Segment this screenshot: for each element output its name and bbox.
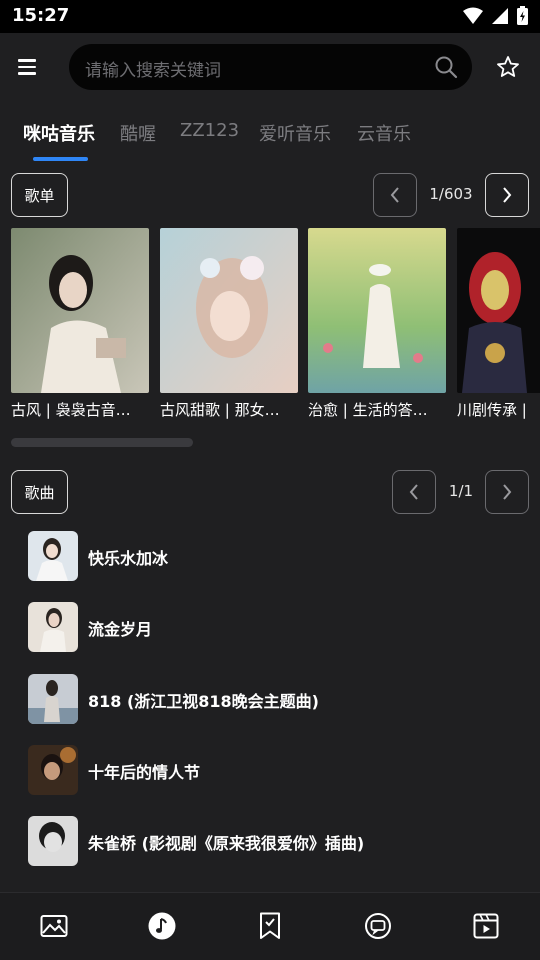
bottom-navigation (0, 892, 540, 960)
playlist-card[interactable]: 古风 | 袅袅古音… (11, 228, 149, 420)
playlist-cover (457, 228, 540, 393)
song-next-button[interactable] (485, 470, 529, 514)
playlist-cover (160, 228, 298, 393)
playlist-caption: 治愈 | 生活的答… (308, 401, 428, 419)
menu-icon-bar (18, 72, 36, 75)
tab-zz123[interactable]: ZZ123 (180, 120, 239, 141)
playlist-cover (11, 228, 149, 393)
nav-image[interactable] (39, 911, 69, 941)
playlist-caption: 古风甜歌 | 那女… (160, 401, 280, 419)
tab-active-indicator (33, 157, 88, 161)
tab-migu[interactable]: 咪咕音乐 (23, 120, 95, 146)
app-header: 请输入搜索关键词 (0, 33, 540, 103)
song-cover (28, 674, 78, 724)
menu-icon-bar (18, 59, 36, 62)
status-bar: 15:27 (0, 0, 540, 33)
song-title: 朱雀桥 (影视剧《原来我很爱你》插曲) (88, 834, 365, 853)
search-input[interactable]: 请输入搜索关键词 (69, 44, 472, 90)
chevron-left-icon (390, 187, 399, 203)
chevron-left-icon (409, 484, 418, 500)
song-title: 流金岁月 (88, 620, 153, 639)
playlist-section-button[interactable]: 歌单 (11, 173, 68, 217)
chat-icon (365, 913, 391, 939)
song-prev-button[interactable] (392, 470, 436, 514)
song-list-item[interactable]: 流金岁月 (28, 602, 528, 654)
signal-icon (492, 7, 508, 24)
song-cover (28, 602, 78, 652)
song-list-item[interactable]: 818 (浙江卫视818晚会主题曲) (28, 674, 528, 726)
nav-chat[interactable] (363, 911, 393, 941)
tab-yunyinyue[interactable]: 云音乐 (357, 120, 411, 146)
playlist-next-button[interactable] (485, 173, 529, 217)
chevron-right-icon (503, 187, 512, 203)
menu-icon-bar (18, 65, 36, 69)
wifi-icon (463, 7, 483, 24)
song-title: 十年后的情人节 (88, 763, 201, 782)
playlist-card[interactable]: 古风甜歌 | 那女… (160, 228, 298, 420)
status-time: 15:27 (12, 5, 70, 26)
status-icons (463, 6, 528, 25)
song-list-item[interactable]: 快乐水加冰 (28, 531, 528, 583)
playlist-card[interactable]: 治愈 | 生活的答… (308, 228, 446, 420)
playlist-scrollbar[interactable] (11, 438, 193, 447)
video-icon (473, 913, 499, 939)
song-section-button[interactable]: 歌曲 (11, 470, 68, 514)
playlist-cover (308, 228, 446, 393)
nav-bookmark[interactable] (255, 911, 285, 941)
chevron-right-icon (503, 484, 512, 500)
tab-aiting[interactable]: 爱听音乐 (259, 120, 331, 146)
song-cover (28, 816, 78, 866)
tab-kuwo[interactable]: 酷喔 (120, 120, 156, 146)
song-cover (28, 745, 78, 795)
playlist-caption: 川剧传承 | (457, 401, 527, 419)
battery-icon (517, 6, 528, 25)
song-list-item[interactable]: 十年后的情人节 (28, 745, 528, 797)
playlist-card[interactable]: 川剧传承 | (457, 228, 540, 420)
menu-button[interactable] (18, 53, 48, 81)
search-icon[interactable] (434, 55, 458, 79)
bookmark-icon (260, 912, 280, 939)
image-icon (40, 915, 68, 937)
song-page-indicator: 1/1 (448, 482, 474, 500)
playlist-caption: 古风 | 袅袅古音… (11, 401, 131, 419)
source-tabs: 咪咕音乐 酷喔 ZZ123 爱听音乐 云音乐 (0, 116, 540, 166)
playlist-prev-button[interactable] (373, 173, 417, 217)
nav-music[interactable] (147, 911, 177, 941)
song-list-item[interactable]: 朱雀桥 (影视剧《原来我很爱你》插曲) (28, 816, 528, 868)
search-placeholder: 请输入搜索关键词 (85, 61, 221, 81)
song-title: 818 (浙江卫视818晚会主题曲) (88, 692, 319, 711)
playlist-carousel[interactable]: 古风 | 袅袅古音… 古风甜歌 | 那女… 治愈 | 生活的答… 川剧传承 | (11, 228, 540, 428)
music-note-icon (148, 912, 176, 940)
nav-video[interactable] (471, 911, 501, 941)
playlist-page-indicator: 1/603 (429, 185, 473, 203)
favorite-star-icon[interactable] (496, 55, 520, 79)
song-cover (28, 531, 78, 581)
song-title: 快乐水加冰 (88, 549, 169, 568)
